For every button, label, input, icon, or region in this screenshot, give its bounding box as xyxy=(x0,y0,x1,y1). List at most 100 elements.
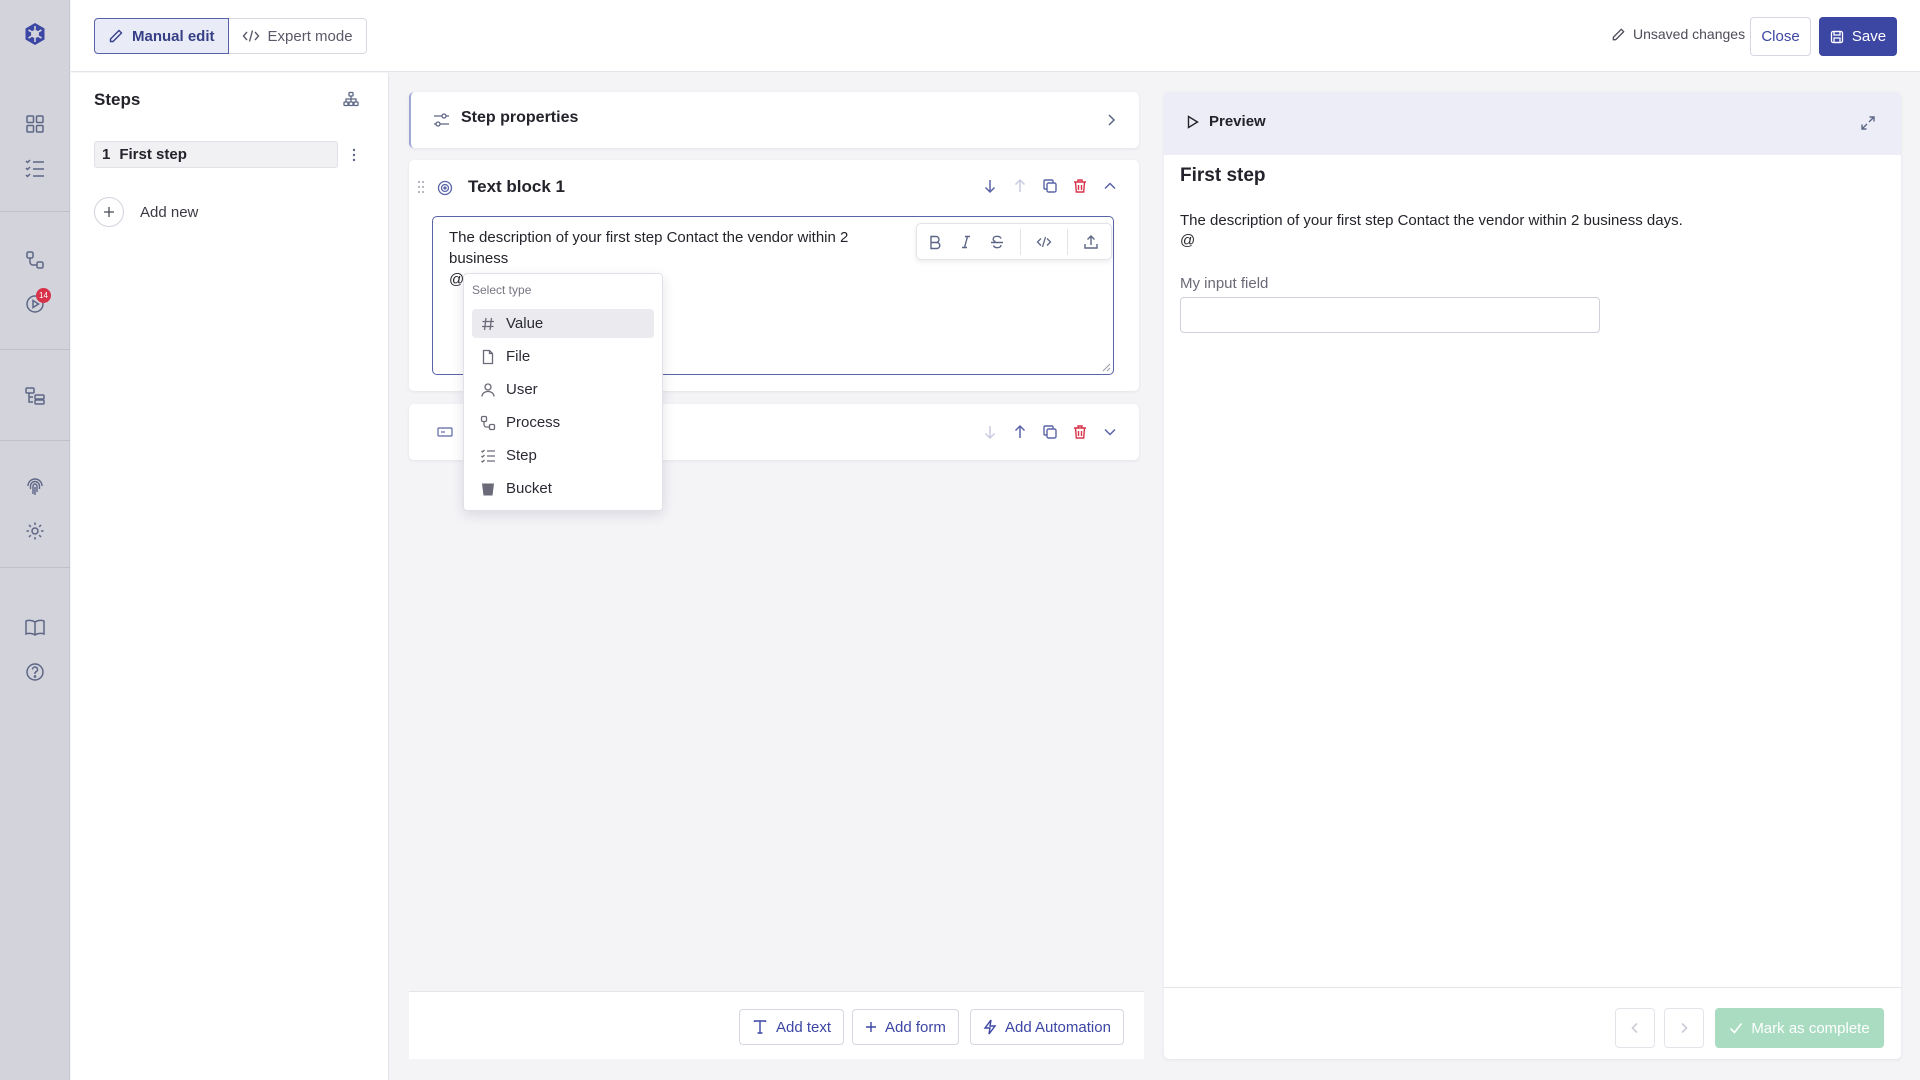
option-label: Process xyxy=(506,414,561,431)
preview-step-title: First step xyxy=(1180,165,1266,186)
option-label: Bucket xyxy=(506,480,552,497)
expert-mode-button[interactable]: Expert mode xyxy=(228,18,367,54)
manual-edit-label: Manual edit xyxy=(132,27,215,45)
chevron-left-icon xyxy=(1631,1022,1638,1034)
preview-header: Preview xyxy=(1164,92,1901,155)
file-icon xyxy=(482,349,494,364)
text-t-icon xyxy=(753,1020,767,1034)
notification-badge: 14 xyxy=(36,288,51,303)
steps-title: Steps xyxy=(94,90,141,109)
sitemap-icon[interactable] xyxy=(343,91,359,107)
add-new-step-button[interactable]: Add new xyxy=(94,197,198,227)
app-logo-icon[interactable] xyxy=(17,16,53,52)
move-down-icon[interactable] xyxy=(982,178,998,194)
duplicate-icon[interactable] xyxy=(1042,424,1058,440)
add-automation-button[interactable]: Add Automation xyxy=(970,1009,1124,1045)
select-type-dropdown: Select type Value File User Process Step… xyxy=(463,273,663,511)
process-flow-icon[interactable] xyxy=(17,242,53,278)
add-form-label: Add form xyxy=(885,1018,946,1036)
step-menu-kebab-icon[interactable] xyxy=(351,147,357,163)
process-icon xyxy=(480,415,496,430)
add-form-button[interactable]: Add form xyxy=(852,1009,959,1045)
pencil-icon xyxy=(1612,27,1625,40)
strikethrough-icon[interactable] xyxy=(989,234,1005,250)
preview-title: Preview xyxy=(1187,113,1266,130)
left-navigation-rail: 14 xyxy=(0,0,70,1080)
save-button[interactable]: Save xyxy=(1819,17,1897,56)
step-number: 1 xyxy=(102,146,111,163)
chevron-right-icon xyxy=(1681,1022,1688,1034)
bold-icon[interactable] xyxy=(927,234,943,250)
play-icon xyxy=(1187,114,1199,129)
bucket-icon xyxy=(482,483,494,495)
lightning-icon xyxy=(983,1019,997,1035)
upload-icon[interactable] xyxy=(1083,234,1099,250)
unsaved-label: Unsaved changes xyxy=(1633,26,1746,42)
move-up-icon[interactable] xyxy=(1012,424,1028,440)
manual-edit-button[interactable]: Manual edit xyxy=(94,18,229,54)
plus-icon xyxy=(94,197,124,227)
dropdown-option-step[interactable]: Step xyxy=(472,441,654,470)
delete-trash-icon[interactable] xyxy=(1072,178,1088,194)
settings-gear-icon[interactable] xyxy=(17,513,53,549)
dropdown-option-user[interactable]: User xyxy=(472,375,654,404)
preview-panel: Preview First step The description of yo… xyxy=(1164,92,1901,1059)
mark-complete-label: Mark as complete xyxy=(1751,1019,1870,1037)
step-list-item[interactable]: 1 First step xyxy=(94,141,338,168)
add-automation-label: Add Automation xyxy=(1005,1018,1111,1036)
delete-trash-icon[interactable] xyxy=(1072,424,1088,440)
next-step-button[interactable] xyxy=(1664,1008,1704,1048)
preview-title-label: Preview xyxy=(1209,113,1266,130)
expand-icon[interactable] xyxy=(1860,115,1876,131)
option-label: Value xyxy=(506,315,544,332)
chevron-down-icon[interactable] xyxy=(1102,424,1118,440)
code-icon[interactable] xyxy=(1036,234,1052,250)
expert-mode-label: Expert mode xyxy=(267,27,353,45)
chevron-up-icon[interactable] xyxy=(1102,178,1118,194)
step-properties-label: Step properties xyxy=(461,109,579,126)
duplicate-icon[interactable] xyxy=(1042,178,1058,194)
mark-as-complete-button[interactable]: Mark as complete xyxy=(1715,1008,1884,1048)
close-button[interactable]: Close xyxy=(1750,17,1811,56)
dropdown-option-bucket[interactable]: Bucket xyxy=(472,474,654,503)
dropdown-option-file[interactable]: File xyxy=(472,342,654,371)
preview-description: The description of your first step Conta… xyxy=(1180,212,1683,249)
form-block-type-icon xyxy=(437,427,453,437)
previous-step-button[interactable] xyxy=(1615,1008,1655,1048)
fingerprint-icon[interactable] xyxy=(17,469,53,505)
save-disk-icon xyxy=(1830,30,1844,43)
hash-icon xyxy=(482,317,494,330)
chevron-right-icon[interactable] xyxy=(1106,113,1116,127)
dashboard-grid-icon[interactable] xyxy=(17,106,53,142)
preview-footer: Mark as complete xyxy=(1164,987,1901,1059)
edit-mode-toggle: Manual edit Expert mode xyxy=(94,18,367,54)
help-question-icon[interactable] xyxy=(17,654,53,690)
preview-input-label: My input field xyxy=(1180,275,1269,292)
task-list-icon[interactable] xyxy=(17,150,53,186)
option-label: File xyxy=(506,348,531,365)
user-icon xyxy=(481,382,495,397)
formatting-toolbar xyxy=(916,223,1112,260)
add-new-label: Add new xyxy=(140,203,199,221)
option-label: User xyxy=(506,381,538,398)
move-up-icon[interactable] xyxy=(1012,178,1028,194)
italic-icon[interactable] xyxy=(958,234,974,250)
pencil-icon xyxy=(109,29,123,43)
option-label: Step xyxy=(506,447,537,464)
step-properties-card[interactable]: Step properties xyxy=(409,92,1139,148)
unsaved-status: Unsaved changes xyxy=(1611,26,1745,42)
top-header: Manual edit Expert mode Unsaved changes … xyxy=(71,0,1920,72)
resize-handle-icon[interactable] xyxy=(1102,363,1111,372)
save-label: Save xyxy=(1851,28,1887,45)
move-down-icon[interactable] xyxy=(982,424,998,440)
step-list-icon xyxy=(481,449,495,463)
add-block-bar: Add text Add form Add Automation xyxy=(409,991,1144,1059)
sliders-icon xyxy=(434,113,449,127)
docs-book-icon[interactable] xyxy=(17,610,53,646)
drag-handle-icon[interactable] xyxy=(417,180,425,194)
dropdown-option-process[interactable]: Process xyxy=(472,408,654,437)
hierarchy-icon[interactable] xyxy=(17,378,53,414)
add-text-button[interactable]: Add text xyxy=(739,1009,845,1045)
dropdown-option-value[interactable]: Value xyxy=(472,309,654,338)
preview-input-field[interactable] xyxy=(1180,297,1600,333)
